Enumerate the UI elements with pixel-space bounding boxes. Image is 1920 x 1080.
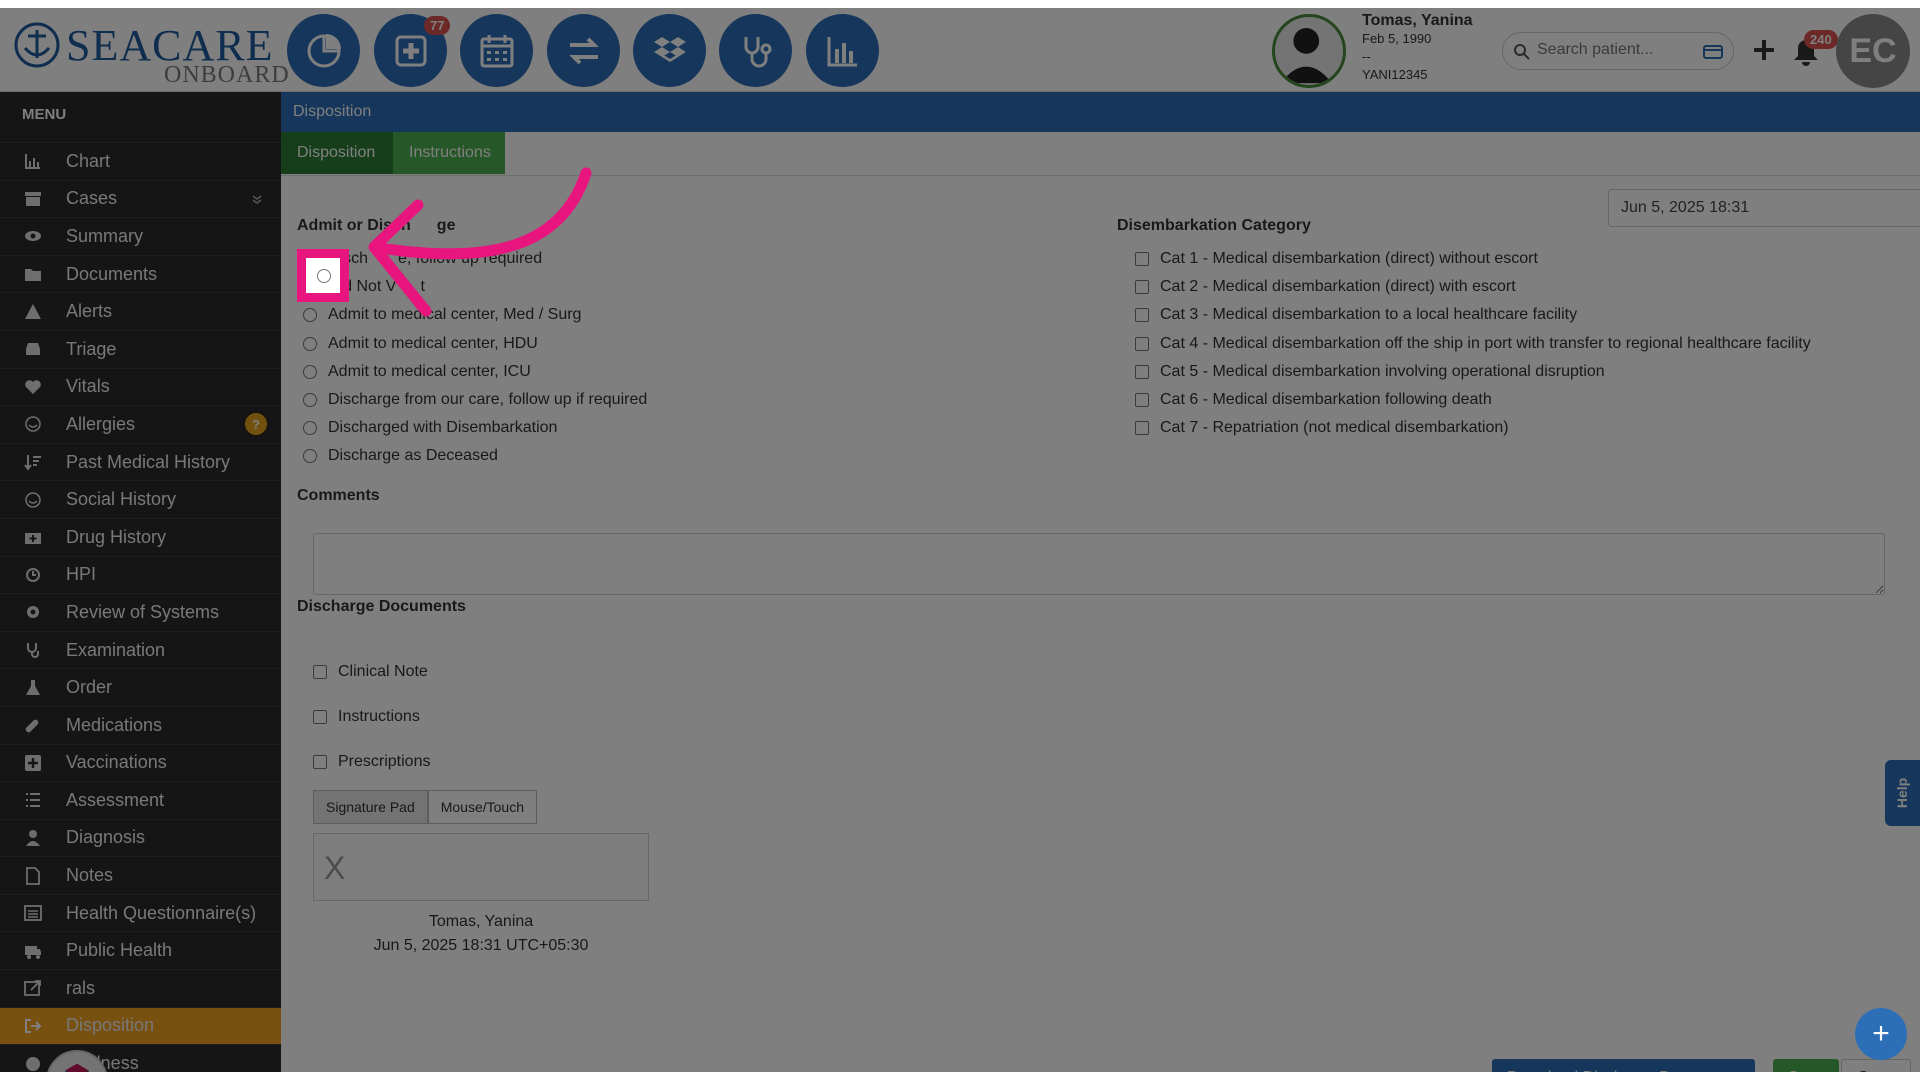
highlight-box[interactable] (297, 249, 349, 302)
app-frame: SEACARE ONBOARD 77 (0, 8, 1920, 1072)
highlighted-radio[interactable] (317, 269, 331, 283)
floating-add-button[interactable]: + (1855, 1008, 1907, 1060)
tutorial-dim-overlay (0, 8, 1920, 1072)
pointer-arrow-icon (368, 167, 592, 317)
